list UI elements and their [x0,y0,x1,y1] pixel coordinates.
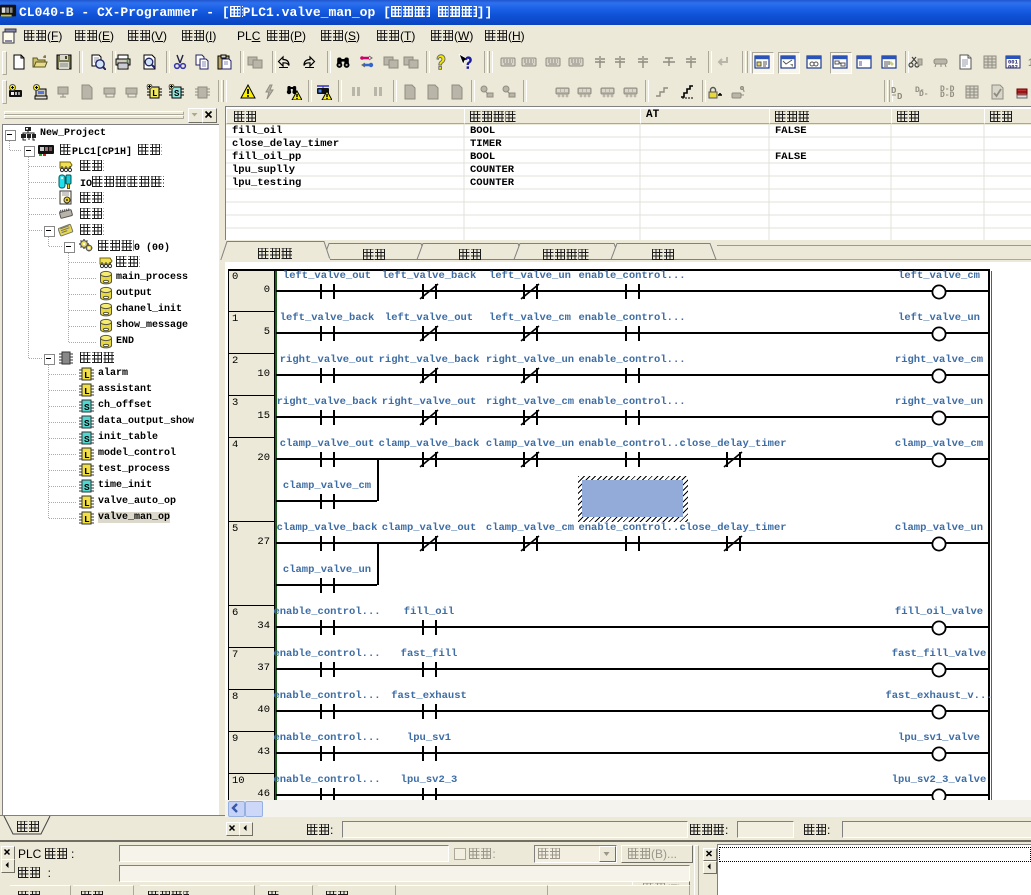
svg-text:L: L [84,466,90,477]
svg-text:S: S [174,89,180,99]
svg-text:S: S [84,418,90,429]
svg-text:L: L [84,370,90,381]
svg-text:L: L [152,89,157,99]
svg-text:L: L [84,386,90,397]
svg-text:S: S [84,482,90,493]
svg-text:L: L [84,498,90,509]
svg-text:D-: D- [919,90,929,99]
svg-text:S: S [84,434,90,445]
svg-text:L: L [84,450,90,461]
svg-text:L: L [84,514,90,525]
svg-text:D-D-: D-D- [940,91,955,100]
svg-text:002: 002 [1008,64,1018,71]
svg-text:S: S [84,402,90,413]
svg-text:D: D [897,92,903,100]
